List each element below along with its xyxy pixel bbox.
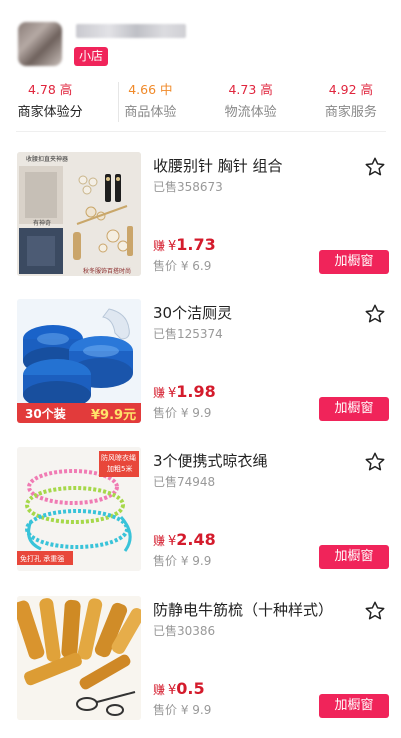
product-commission: 赚 ¥0.5 — [153, 678, 205, 702]
product-card[interactable]: 防静电牛筋梳（十种样式） 已售30386 赚 ¥0.5 售价 ¥ 9.9 加橱窗 — [0, 596, 401, 722]
rating-score: 4.78 高 — [27, 82, 73, 97]
product-price: 售价 ¥ 6.9 — [153, 259, 212, 273]
rating-score: 4.73 高 — [228, 82, 273, 97]
product-card[interactable]: 30个装 ¥9.9元 30个洁厕灵 已售125374 赚 ¥1.98 售价 ¥ 9… — [0, 299, 401, 425]
rating-label: 物流体验 — [224, 105, 277, 120]
rating-label: 商家体验分 — [17, 105, 83, 120]
product-card[interactable]: 防风晾衣绳 加粗5米 免打孔 承重强 3个便携式晾衣绳 已售74948 赚 ¥2.… — [0, 447, 401, 573]
product-image[interactable]: 30个装 ¥9.9元 — [17, 299, 141, 423]
commission-value: 1.98 — [176, 382, 216, 401]
product-commission: 赚 ¥1.98 — [153, 381, 216, 405]
favorite-star-icon[interactable] — [364, 303, 386, 325]
add-to-showcase-button[interactable]: 加橱窗 — [319, 250, 389, 274]
shop-ratings: 4.78 高 商家体验分 4.66 中 商品体验 4.73 高 物流体验 4.9… — [0, 80, 401, 128]
add-to-showcase-button[interactable]: 加橱窗 — [319, 694, 389, 718]
product-commission: 赚 ¥1.73 — [153, 234, 216, 258]
product-image-caption: 加粗5米 — [107, 465, 133, 473]
rating-score: 4.66 中 — [128, 82, 173, 97]
product-image-caption: 免打孔 承重强 — [20, 555, 65, 563]
shop-header: 小店 — [0, 0, 401, 78]
add-to-showcase-button[interactable]: 加橱窗 — [319, 397, 389, 421]
product-image[interactable]: 收腰扣直夹神器 有神奇 秋冬服饰百搭时尚 — [17, 152, 141, 276]
product-image[interactable] — [17, 596, 141, 720]
rating-label: 商品体验 — [124, 105, 177, 120]
rating-score: 4.92 高 — [328, 82, 374, 97]
shop-name-blurred — [76, 24, 186, 38]
product-title[interactable]: 收腰别针 胸针 组合 — [153, 156, 283, 176]
product-sold-count: 已售74948 — [153, 475, 216, 489]
product-price: 售价 ¥ 9.9 — [153, 703, 212, 717]
commission-prefix: 赚 — [153, 386, 166, 400]
rating-product-experience[interactable]: 4.66 中 商品体验 — [100, 80, 200, 128]
product-image[interactable]: 防风晾衣绳 加粗5米 免打孔 承重强 — [17, 447, 141, 571]
product-image-caption: 秋冬服饰百搭时尚 — [83, 268, 132, 275]
add-to-showcase-button[interactable]: 加橱窗 — [319, 545, 389, 569]
rating-merchant-experience[interactable]: 4.78 高 商家体验分 — [0, 80, 100, 128]
commission-prefix: 赚 — [153, 239, 166, 253]
shop-avatar[interactable] — [18, 22, 62, 66]
favorite-star-icon[interactable] — [364, 156, 386, 178]
product-sold-count: 已售30386 — [153, 624, 216, 638]
commission-value: 2.48 — [176, 530, 216, 549]
commission-prefix: 赚 — [153, 683, 166, 697]
product-title[interactable]: 防静电牛筋梳（十种样式） — [153, 600, 333, 620]
product-commission: 赚 ¥2.48 — [153, 529, 216, 553]
commission-prefix: 赚 — [153, 534, 166, 548]
product-sold-count: 已售358673 — [153, 180, 223, 194]
product-image-caption: 有神奇 — [33, 220, 52, 227]
product-card[interactable]: 收腰扣直夹神器 有神奇 秋冬服饰百搭时尚 收腰别针 胸针 组合 已售358673… — [0, 152, 401, 278]
commission-value: 0.5 — [176, 679, 205, 698]
favorite-star-icon[interactable] — [364, 600, 386, 622]
product-title[interactable]: 30个洁厕灵 — [153, 303, 232, 323]
shop-badge: 小店 — [74, 47, 109, 66]
product-title[interactable]: 3个便携式晾衣绳 — [153, 451, 268, 471]
header-divider — [16, 131, 386, 132]
rating-logistics-experience[interactable]: 4.73 高 物流体验 — [201, 80, 301, 128]
product-price: 售价 ¥ 9.9 — [153, 406, 212, 420]
product-image-caption: 30个装 — [25, 407, 66, 421]
rating-label: 商家服务 — [324, 105, 377, 120]
commission-value: 1.73 — [176, 235, 216, 254]
product-sold-count: 已售125374 — [153, 327, 223, 341]
product-price: 售价 ¥ 9.9 — [153, 554, 212, 568]
rating-merchant-service[interactable]: 4.92 高 商家服务 — [301, 80, 401, 128]
product-image-caption: 收腰扣直夹神器 — [26, 156, 69, 163]
product-image-caption: 防风晾衣绳 — [101, 454, 136, 462]
favorite-star-icon[interactable] — [364, 451, 386, 473]
product-image-caption: ¥9.9元 — [91, 408, 137, 423]
rating-divider — [118, 82, 119, 122]
